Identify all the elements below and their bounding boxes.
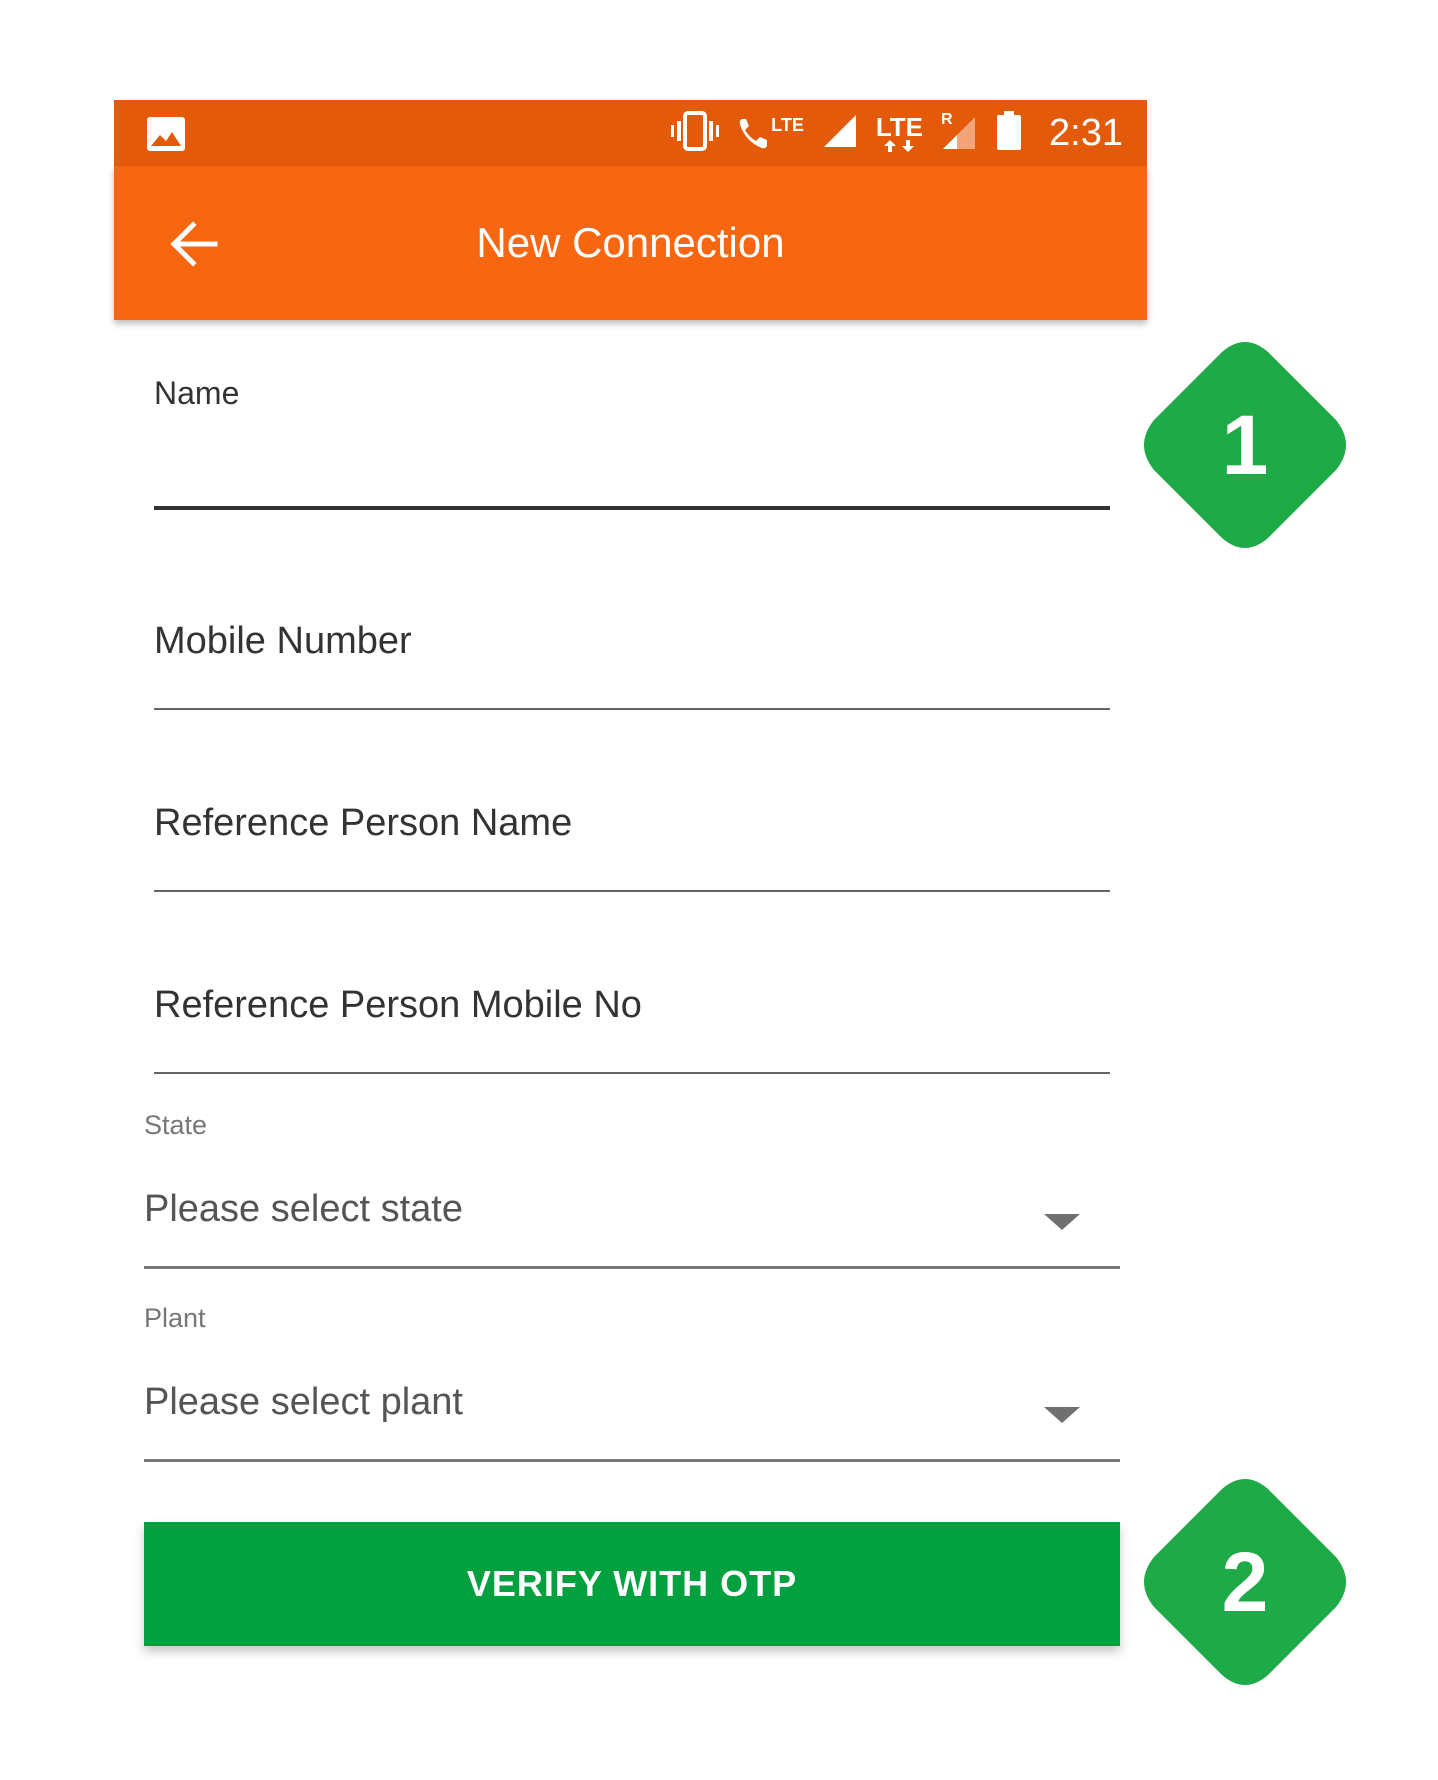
reference-person-name-hint: Reference Person Name	[154, 802, 573, 844]
state-select-underline	[144, 1266, 1120, 1269]
lte-small-label: LTE	[771, 115, 804, 135]
callout-badge-1: 1	[1140, 340, 1350, 550]
plant-select[interactable]: Plant Please select plant	[144, 1303, 1120, 1488]
vibrate-icon	[671, 110, 720, 156]
plant-select-value: Please select plant	[144, 1381, 463, 1423]
reference-person-mobile-hint: Reference Person Mobile No	[154, 984, 642, 1026]
verify-with-otp-button[interactable]: VERIFY WITH OTP	[144, 1522, 1120, 1646]
name-field[interactable]: Name	[154, 375, 1110, 615]
callout-badge-2: 2	[1140, 1477, 1350, 1687]
mobile-number-hint: Mobile Number	[154, 620, 412, 662]
dropdown-arrow-icon	[1044, 1214, 1080, 1230]
mobile-number-field[interactable]: Mobile Number	[154, 620, 1110, 790]
dropdown-arrow-icon	[1044, 1407, 1080, 1423]
state-select[interactable]: State Please select state	[144, 1110, 1120, 1295]
callout-number-2: 2	[1221, 1535, 1269, 1629]
image-icon	[146, 116, 186, 157]
status-icons: LTE LTE R 2:31	[671, 100, 1123, 166]
battery-icon	[995, 110, 1023, 156]
state-select-label: State	[144, 1110, 208, 1140]
reference-person-name-underline	[154, 890, 1110, 892]
lte-data-icon: LTE	[876, 114, 923, 152]
phone-screen: LTE LTE R 2:31 New Connection Name Mobil…	[114, 100, 1147, 1700]
plant-select-underline	[144, 1459, 1120, 1462]
callout-number-1: 1	[1221, 398, 1269, 492]
status-bar: LTE LTE R 2:31	[114, 100, 1147, 166]
signal-icon	[822, 113, 858, 154]
mobile-number-underline	[154, 708, 1110, 710]
plant-select-label: Plant	[144, 1303, 206, 1333]
lte-call-icon: LTE	[737, 115, 804, 151]
page-title: New Connection	[476, 219, 785, 266]
roaming-label: R	[941, 111, 953, 128]
state-select-value: Please select state	[144, 1188, 463, 1230]
reference-person-mobile-underline	[154, 1072, 1110, 1074]
lte-large-label: LTE	[875, 112, 924, 142]
reference-person-name-field[interactable]: Reference Person Name	[154, 802, 1110, 972]
name-field-label: Name	[154, 375, 240, 411]
roaming-signal-icon: R	[941, 111, 977, 151]
status-time: 2:31	[1049, 111, 1123, 154]
name-field-underline	[154, 506, 1110, 510]
app-bar: New Connection	[114, 166, 1147, 320]
